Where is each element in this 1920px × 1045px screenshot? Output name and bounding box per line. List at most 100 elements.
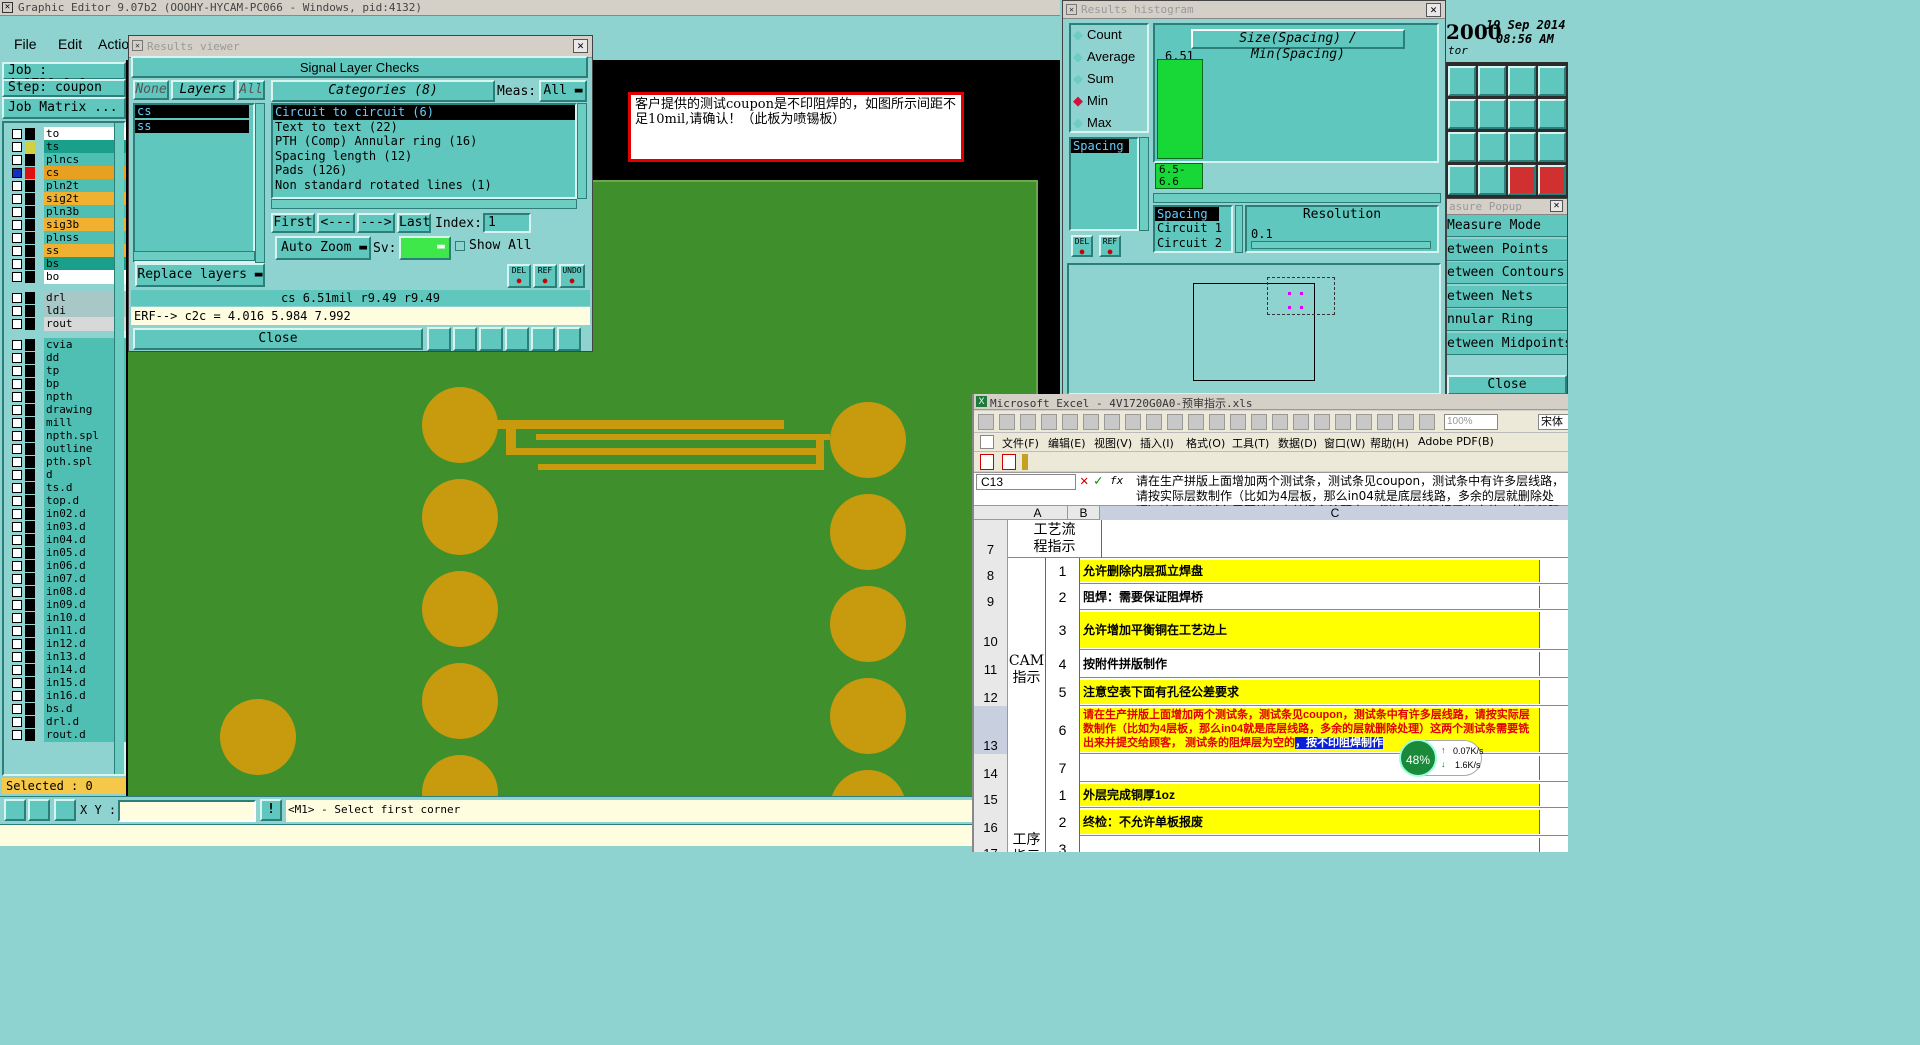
category-item[interactable]: PTH (Comp) Annular ring (16) [273,134,575,149]
excel-toolbar-icon[interactable] [1167,414,1183,430]
sv-color-select[interactable]: ▬ [399,236,451,260]
layer-row[interactable]: tp [10,364,128,378]
table-row[interactable]: 9 2 阻焊：需要保证阻焊桥 [974,584,1568,610]
layer-row[interactable]: bp [10,377,128,391]
excel-toolbar-icon[interactable] [1062,414,1078,430]
layer-checkbox[interactable] [12,207,22,217]
hist-del-button[interactable]: DEL ● [1071,235,1093,257]
layers-scrollbar[interactable] [255,103,265,263]
layer-row[interactable]: in16.d [10,689,128,703]
layer-row[interactable]: in07.d [10,572,128,586]
cell-c[interactable] [1080,838,1540,852]
table-row[interactable]: 15 1 外层完成铜厚1oz [974,782,1568,808]
aggregate-radio[interactable]: ◆ Count [1073,27,1122,43]
measure-red-icon[interactable] [1508,165,1536,195]
layer-checkbox[interactable] [12,678,22,688]
excel-menu-item[interactable]: 帮助(H) [1370,435,1409,451]
layer-row[interactable]: ts [10,140,128,154]
replace-layers-select[interactable]: Replace layers ▬ [135,263,265,287]
excel-toolbar-icon[interactable] [1146,414,1162,430]
excel-toolbar-icon[interactable] [1125,414,1141,430]
cell-b[interactable]: 7 [1046,754,1080,782]
categories-scrollbar[interactable] [577,103,587,199]
layer-row[interactable]: drl.d [10,715,128,729]
layer-checkbox[interactable] [12,444,22,454]
filter-icon[interactable] [505,327,529,351]
snap-icon[interactable] [54,799,76,821]
last-button[interactable]: Last [397,213,431,233]
measure-mode-item[interactable]: etween Points [1447,238,1567,261]
layer-checkbox[interactable] [12,405,22,415]
layer-row[interactable]: ss [10,244,128,258]
layer-row[interactable]: in11.d [10,624,128,638]
layer-checkbox[interactable] [12,293,22,303]
column-header[interactable]: B [1068,506,1100,520]
row-header[interactable]: 10 [974,610,1008,650]
layer-checkbox[interactable] [12,535,22,545]
layer-row[interactable]: in03.d [10,520,128,534]
excel-toolbar-icon[interactable] [1377,414,1393,430]
measure-mode-item[interactable]: etween Nets [1447,285,1567,308]
sub-list-item[interactable]: Circuit 1 [1155,221,1231,236]
formula-input[interactable]: 请在生产拼版上面增加两个测试条，测试条见coupon，测试条中有许多层线路，请按… [1136,474,1568,506]
function-icon[interactable]: fx [1110,474,1123,487]
category-item[interactable]: Pads (126) [273,163,575,178]
layer-checkbox[interactable] [12,306,22,316]
job-matrix-button[interactable]: Job Matrix ... [2,97,126,119]
table-row[interactable]: 11 4 按附件拼版制作 [974,650,1568,678]
sub-list-item[interactable]: Circuit 2 [1155,236,1231,251]
row-header[interactable]: 11 [974,650,1008,678]
cell-c[interactable]: 允许删除内层孤立焊盘 [1080,560,1540,582]
layer-row[interactable]: sig3b [10,218,128,232]
excel-toolbar-icon[interactable] [1419,414,1435,430]
layer-checkbox[interactable] [12,704,22,714]
layer-row[interactable]: top.d [10,494,128,508]
name-box[interactable]: C13 [976,474,1076,490]
pdf-icon[interactable] [980,454,994,470]
layer-checkbox[interactable] [12,457,22,467]
cell-b[interactable]: 1 [1046,782,1080,808]
layer-checkbox[interactable] [12,613,22,623]
layer-checkbox[interactable] [12,194,22,204]
layer-row[interactable]: npth.spl [10,429,128,443]
close-icon[interactable]: ✕ [1426,3,1441,17]
layer-checkbox[interactable] [12,639,22,649]
zoom-select[interactable]: 100% [1444,414,1498,430]
layer-row[interactable]: in15.d [10,676,128,690]
layer-checkbox[interactable] [12,626,22,636]
layer-checkbox[interactable] [12,574,22,584]
sub-listbox[interactable]: Spacing Circuit 1 Circuit 2 [1153,205,1233,253]
display-icon[interactable] [453,327,477,351]
aggregate-radio[interactable]: ◆ Sum [1073,71,1114,87]
move-icon[interactable] [1538,66,1566,96]
next-button[interactable]: ---> [357,213,395,233]
layer-checkbox[interactable] [12,548,22,558]
excel-menu-item[interactable]: 格式(O) [1186,435,1225,451]
first-button[interactable]: First [271,213,315,233]
layer-checkbox[interactable] [12,509,22,519]
excel-toolbar-icon[interactable] [1293,414,1309,430]
layer-checkbox[interactable] [12,259,22,269]
column-header[interactable]: C [1100,506,1568,520]
excel-menu-item[interactable]: 窗口(W) [1324,435,1365,451]
layers-button[interactable]: Layers [171,80,235,100]
layer-row[interactable]: to [10,127,128,141]
cell-c[interactable]: 允许增加平衡铜在工艺边上 [1080,612,1540,648]
close-button[interactable]: Close [133,328,423,350]
layer-checkbox[interactable] [12,470,22,480]
excel-toolbar-icon[interactable] [1209,414,1225,430]
excel-toolbar-icon[interactable] [1230,414,1246,430]
layer-checkbox[interactable] [12,522,22,532]
cell-b[interactable]: 3 [1046,836,1080,852]
cell-b[interactable]: 2 [1046,808,1080,836]
cell-c[interactable]: 注意空表下面有孔径公差要求 [1080,680,1540,704]
undo-button[interactable]: UNDO ● [559,264,585,288]
cell-b[interactable]: 3 [1046,610,1080,650]
measure-mode-item[interactable]: Measure Mode [1447,215,1567,237]
wave-icon[interactable] [1538,99,1566,129]
cell-a[interactable]: 工艺流程指示 [1008,520,1102,558]
excel-menu-item[interactable]: 数据(D) [1278,435,1317,451]
layer-checkbox[interactable] [12,340,22,350]
table-row[interactable]: 10 3 允许增加平衡铜在工艺边上 [974,610,1568,650]
measure-mode-item[interactable]: etween Contours [1447,262,1567,284]
